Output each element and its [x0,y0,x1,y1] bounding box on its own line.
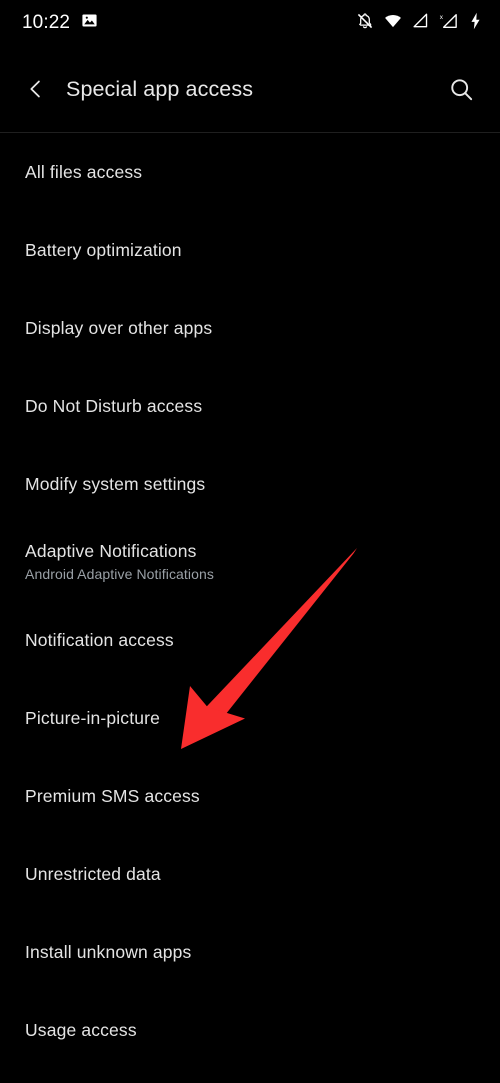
list-item-title: Install unknown apps [25,942,192,962]
signal-no-service-icon: x [439,12,459,35]
list-item-display-over-other-apps[interactable]: Display over other apps [0,289,500,367]
list-item-title: Premium SMS access [25,786,200,806]
list-item-title: Do Not Disturb access [25,396,203,416]
list-item-title: Unrestricted data [25,864,161,884]
chevron-left-icon [30,80,40,98]
svg-text:x: x [440,13,444,20]
list-item-picture-in-picture[interactable]: Picture-in-picture [0,679,500,757]
list-item-title: Display over other apps [25,318,213,338]
list-item-modify-system-settings[interactable]: Modify system settings [0,445,500,523]
back-button[interactable] [10,63,62,115]
status-bar: 10:22 x [0,0,500,46]
list-item-all-files-access[interactable]: All files access [0,133,500,211]
special-app-access-list: All files access Battery optimization Di… [0,133,500,1069]
list-item-usage-access[interactable]: Usage access [0,991,500,1069]
list-item-title: Adaptive Notifications [25,541,197,561]
list-item-title: All files access [25,162,143,182]
battery-charging-icon [469,12,482,35]
list-item-title: Modify system settings [25,474,206,494]
status-bar-right: x [356,12,482,35]
signal-bars-icon [412,12,429,34]
list-item-title: Notification access [25,630,174,650]
list-item-unrestricted-data[interactable]: Unrestricted data [0,835,500,913]
wifi-icon [384,12,402,35]
list-item-notification-access[interactable]: Notification access [0,601,500,679]
list-item-title: Usage access [25,1020,137,1040]
image-notification-icon [81,12,98,34]
list-item-install-unknown-apps[interactable]: Install unknown apps [0,913,500,991]
list-item-adaptive-notifications[interactable]: Adaptive Notifications Android Adaptive … [0,523,500,601]
list-item-do-not-disturb-access[interactable]: Do Not Disturb access [0,367,500,445]
status-bar-clock: 10:22 [22,12,71,33]
search-icon [450,78,472,100]
page-title: Special app access [66,76,254,101]
android-settings-screen: 10:22 x Special app access All files acc… [0,0,500,1083]
list-item-subtitle: Android Adaptive Notifications [25,566,214,582]
list-item-premium-sms-access[interactable]: Premium SMS access [0,757,500,835]
list-item-title: Battery optimization [25,240,182,260]
notifications-silenced-icon [356,12,374,35]
app-bar: Special app access [0,46,500,132]
search-button[interactable] [434,62,488,116]
list-item-title: Picture-in-picture [25,708,160,728]
status-bar-left: 10:22 [22,12,98,34]
list-item-battery-optimization[interactable]: Battery optimization [0,211,500,289]
